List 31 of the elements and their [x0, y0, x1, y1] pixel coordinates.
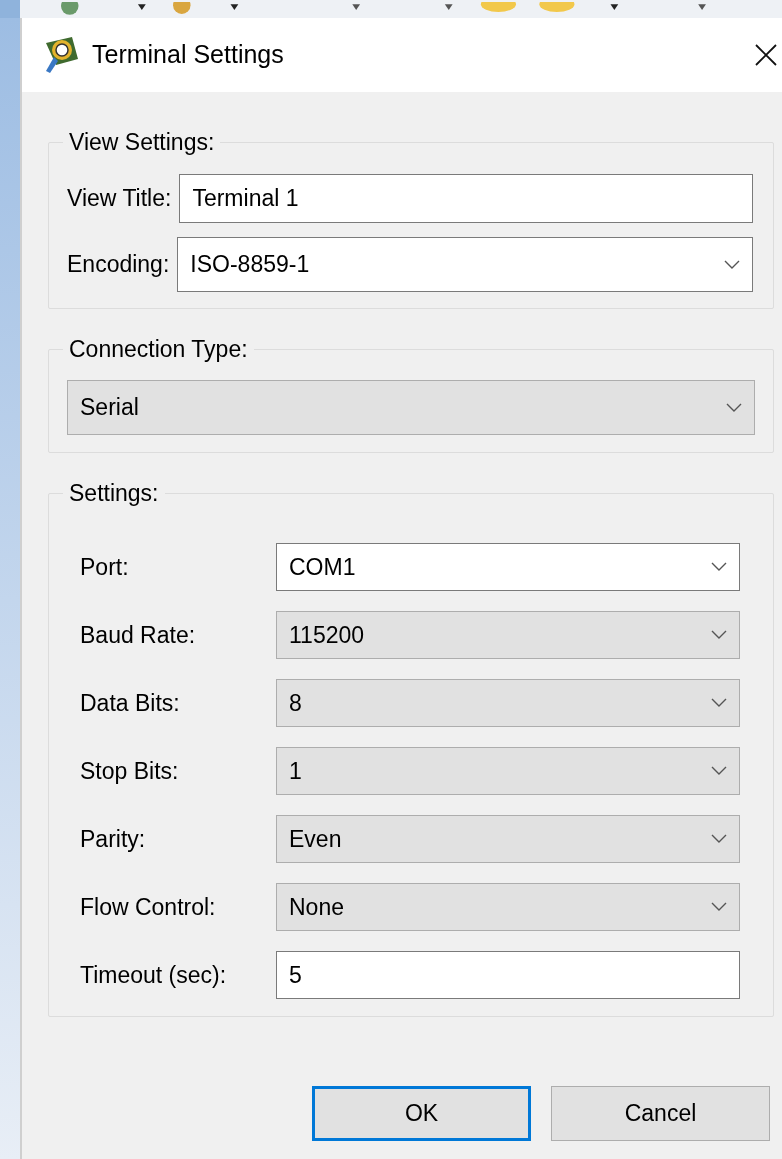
- dialog-button[interactable]: Cancel: [551, 1086, 770, 1141]
- text-field[interactable]: 5: [276, 951, 740, 999]
- field-label: View Title:: [67, 184, 172, 214]
- field-label: Flow Control:: [80, 892, 217, 922]
- field-label: Data Bits:: [80, 688, 181, 718]
- field-label: Timeout (sec):: [80, 960, 228, 990]
- dropdown[interactable]: 115200: [276, 611, 740, 659]
- field-label: Baud Rate:: [80, 620, 197, 650]
- field-label: Encoding:: [67, 250, 170, 280]
- chevron-down-icon: [711, 834, 727, 844]
- dropdown[interactable]: Serial: [67, 380, 755, 435]
- dropdown[interactable]: 1: [276, 747, 740, 795]
- chevron-down-icon: [724, 259, 740, 270]
- chevron-down-icon: [711, 902, 727, 912]
- close-icon[interactable]: [754, 43, 778, 67]
- chevron-down-icon: [711, 562, 727, 572]
- chevron-down-icon: [711, 630, 727, 640]
- window-title: Terminal Settings: [92, 39, 284, 71]
- text-field[interactable]: Terminal 1: [179, 174, 753, 223]
- field-label: Port:: [80, 552, 130, 582]
- dropdown[interactable]: None: [276, 883, 740, 931]
- dropdown[interactable]: Even: [276, 815, 740, 863]
- chevron-down-icon: [711, 698, 727, 708]
- chevron-down-icon: [726, 402, 742, 413]
- chevron-down-icon: [711, 766, 727, 776]
- dropdown[interactable]: ISO-8859-1: [177, 237, 753, 292]
- dialog-button[interactable]: OK: [312, 1086, 531, 1141]
- field-label: Stop Bits:: [80, 756, 180, 786]
- dropdown[interactable]: 8: [276, 679, 740, 727]
- field-label: Parity:: [80, 824, 147, 854]
- dropdown[interactable]: COM1: [276, 543, 740, 591]
